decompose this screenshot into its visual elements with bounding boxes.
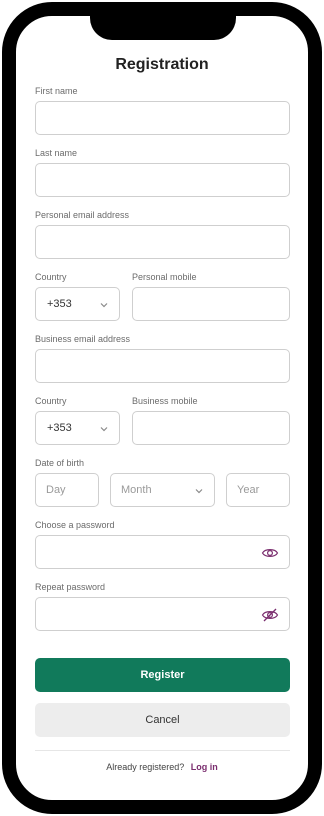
chevron-down-icon	[193, 485, 205, 497]
country-code-select-business[interactable]: +353	[35, 411, 120, 445]
first-name-label: First name	[35, 86, 78, 96]
dob-day-placeholder: Day	[46, 484, 66, 496]
dob-year-placeholder: Year	[237, 484, 260, 496]
chevron-down-icon	[98, 299, 110, 311]
country-label-personal: Country	[35, 272, 67, 282]
chevron-down-icon	[98, 423, 110, 435]
first-name-input[interactable]	[35, 101, 290, 135]
dob-month-placeholder: Month	[121, 484, 152, 496]
business-mobile-input[interactable]	[132, 411, 290, 445]
login-prompt: Already registered? Log in	[16, 762, 308, 772]
page-title: Registration	[115, 56, 209, 73]
registration-screen: Registration First name Last name Person…	[16, 16, 308, 800]
personal-email-label: Personal email address	[35, 210, 130, 220]
login-link[interactable]: Log in	[191, 762, 218, 772]
eye-icon[interactable]	[261, 546, 279, 560]
personal-mobile-label: Personal mobile	[132, 272, 197, 282]
password-input[interactable]	[35, 535, 290, 569]
eye-slash-icon[interactable]	[261, 608, 279, 622]
password-label: Choose a password	[35, 520, 115, 530]
phone-frame: Registration First name Last name Person…	[2, 2, 322, 814]
last-name-label: Last name	[35, 148, 78, 158]
last-name-input[interactable]	[35, 163, 290, 197]
country-label-business: Country	[35, 396, 67, 406]
register-button[interactable]: Register	[35, 658, 290, 692]
dob-label: Date of birth	[35, 458, 85, 468]
personal-mobile-input[interactable]	[132, 287, 290, 321]
country-code-select-personal[interactable]: +353	[35, 287, 120, 321]
dob-day-input[interactable]: Day	[35, 473, 99, 507]
personal-email-input[interactable]	[35, 225, 290, 259]
already-registered-text: Already registered?	[106, 762, 185, 772]
country-code-value: +353	[47, 298, 72, 310]
repeat-password-input[interactable]	[35, 597, 290, 631]
dob-month-select[interactable]: Month	[110, 473, 215, 507]
cancel-button[interactable]: Cancel	[35, 703, 290, 737]
business-mobile-label: Business mobile	[132, 396, 198, 406]
country-code-value: +353	[47, 422, 72, 434]
divider	[35, 750, 290, 751]
repeat-password-label: Repeat password	[35, 582, 106, 592]
business-email-input[interactable]	[35, 349, 290, 383]
dob-year-input[interactable]: Year	[226, 473, 290, 507]
business-email-label: Business email address	[35, 334, 131, 344]
